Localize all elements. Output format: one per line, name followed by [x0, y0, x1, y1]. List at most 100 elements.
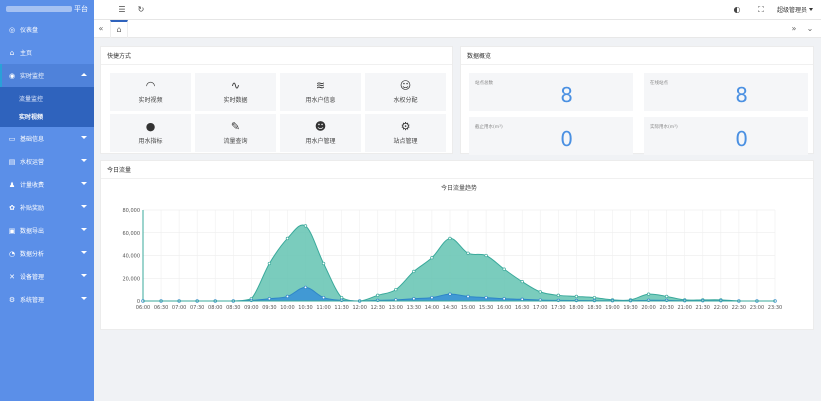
overview-stat: 截止用水(m³) 0 — [469, 117, 633, 155]
data-point — [430, 256, 434, 260]
stat-label: 截止用水(m³) — [475, 125, 503, 130]
sidebar-item-label: 数据导出 — [20, 228, 45, 235]
tab-home[interactable]: ⌂ — [110, 19, 128, 38]
compass-icon: ● — [145, 120, 156, 133]
data-point — [448, 236, 452, 241]
sidebar-subitem[interactable]: 流量监控 — [0, 89, 94, 107]
caret-down-icon — [81, 251, 87, 254]
data-point — [285, 236, 290, 241]
sidebar-item[interactable]: ▭ 基础信息 — [0, 127, 94, 150]
quick-access-item[interactable]: ☻ 用水户管理 — [280, 114, 361, 152]
x-tick-label: 22:30 — [732, 305, 746, 311]
quick-access-item[interactable]: ● 用水指标 — [110, 114, 191, 152]
data-point — [412, 297, 416, 301]
tools-icon: ✕ — [9, 272, 15, 281]
sidebar-subitem[interactable]: 实时视频 — [0, 107, 94, 125]
sidebar-item-label: 系统管理 — [20, 297, 45, 304]
x-tick-label: 20:00 — [641, 305, 655, 311]
data-point — [321, 295, 326, 300]
folder-icon: ▤ — [8, 157, 16, 166]
quick-access-label: 站点管理 — [393, 138, 418, 145]
gear-icon: ⚙ — [400, 120, 411, 133]
quick-access-label: 水权分配 — [393, 97, 418, 104]
quick-access-item[interactable]: ≋ 用水户信息 — [280, 73, 361, 111]
quick-access-item[interactable]: ⚙ 站点管理 — [365, 114, 446, 152]
data-point — [321, 261, 326, 266]
user-menu[interactable]: 超级管理员 — [777, 5, 813, 14]
stat-value: 0 — [560, 127, 573, 151]
x-tick-label: 17:30 — [551, 305, 565, 311]
data-point — [646, 292, 651, 296]
x-tick-label: 13:30 — [407, 305, 421, 311]
scroll-right-icon[interactable]: » — [787, 20, 801, 38]
sidebar-item[interactable]: ◉ 实时监控 — [0, 64, 94, 87]
sidebar-item-label: 水权运营 — [20, 159, 45, 166]
x-tick-label: 15:30 — [479, 305, 493, 311]
x-tick-label: 10:00 — [280, 305, 294, 311]
quick-access-item[interactable]: ∿ 实时数据 — [195, 73, 276, 111]
home-icon: ⌂ — [9, 48, 15, 57]
location-icon: ◉ — [8, 71, 16, 80]
caret-down-icon — [81, 205, 87, 208]
x-tick-label: 14:30 — [443, 305, 457, 311]
sidebar-item[interactable]: ◔ 数据分析 — [0, 242, 94, 265]
quick-access-item[interactable]: ☺ 水权分配 — [365, 73, 446, 111]
sidebar-item[interactable]: ▣ 数据导出 — [0, 219, 94, 242]
caret-down-icon — [81, 182, 87, 185]
x-tick-label: 22:00 — [714, 305, 728, 311]
overview-stat: 站点总数 8 — [469, 73, 633, 111]
x-tick-label: 18:30 — [587, 305, 601, 311]
quick-access-label: 用水户管理 — [305, 138, 336, 145]
y-tick-label: 20,000 — [123, 276, 141, 282]
today-flow-card: 今日流量 今日流量趋势 0 20,000 40,000 60,000 80,000 06:0… — [100, 160, 814, 330]
scroll-left-icon[interactable]: « — [94, 20, 108, 38]
data-point — [267, 297, 272, 301]
caret-down-icon — [81, 159, 87, 162]
theme-icon[interactable]: ◐ — [729, 2, 745, 18]
refresh-icon[interactable]: ↻ — [133, 2, 149, 18]
stat-label: 站点总数 — [475, 81, 493, 86]
sidebar-item[interactable]: ✕ 设备管理 — [0, 265, 94, 288]
fullscreen-icon[interactable]: ⛶ — [753, 2, 769, 18]
stat-label: 实际用水(m³) — [650, 125, 678, 130]
sidebar-item[interactable]: ⚙ 系统管理 — [0, 288, 94, 311]
flow-chart: 今日流量趋势020,00040,00060,00080,00006:00 06:3… — [123, 184, 783, 311]
chart-title: 今日流量趋势 — [441, 184, 477, 192]
sidebar-item[interactable]: ◎ 仪表盘 — [0, 18, 94, 41]
quick-access-label: 用水户信息 — [305, 97, 336, 104]
sidebar-item[interactable]: ♟ 计量收费 — [0, 173, 94, 196]
app-brand: 平台 — [0, 0, 94, 18]
caret-up-icon — [81, 73, 87, 76]
user-icon: ☻ — [314, 120, 327, 133]
layers-icon: ≋ — [315, 79, 326, 92]
x-tick-label: 07:00 — [172, 305, 186, 311]
sidebar-item[interactable]: ⌂ 主页 — [0, 41, 94, 64]
quick-access-label: 实时视频 — [138, 97, 163, 104]
x-tick-label: 06:00 — [136, 305, 150, 311]
pulse-icon: ∿ — [230, 79, 241, 92]
quick-access-grid: ◠ 实时视频 ∿ 实时数据 ≋ 用水户信息 ☺ 水权分配 ● 用水指标 ✎ 流量查询 ☻ 用水户管理 ⚙ 站点… — [110, 73, 446, 152]
export-icon: ▣ — [8, 226, 16, 235]
sidebar-item[interactable]: ▤ 水权运营 — [0, 150, 94, 173]
sidebar-item[interactable]: ✿ 补贴奖励 — [0, 196, 94, 219]
data-point — [592, 295, 597, 300]
quick-access-item[interactable]: ✎ 流量查询 — [195, 114, 276, 152]
chevron-down-icon[interactable]: ⌄ — [803, 20, 817, 38]
data-point — [394, 287, 398, 292]
overview-stat: 在线站点 8 — [644, 73, 808, 111]
y-tick-label: 80,000 — [123, 208, 141, 214]
sidebar-item-label: 设备管理 — [20, 274, 45, 281]
y-tick-label: 60,000 — [123, 231, 141, 237]
data-point — [466, 294, 470, 299]
caret-down-icon — [81, 136, 87, 139]
x-tick-label: 19:30 — [623, 305, 637, 311]
series-area — [143, 224, 775, 301]
data-point — [303, 224, 308, 228]
x-tick-label: 21:30 — [696, 305, 710, 311]
quick-access-item[interactable]: ◠ 实时视频 — [110, 73, 191, 111]
menu-toggle-icon[interactable]: ☰ — [114, 2, 130, 18]
data-point — [502, 267, 506, 271]
x-tick-label: 23:00 — [750, 305, 764, 311]
stat-label: 在线站点 — [650, 81, 668, 86]
data-point — [484, 295, 488, 300]
